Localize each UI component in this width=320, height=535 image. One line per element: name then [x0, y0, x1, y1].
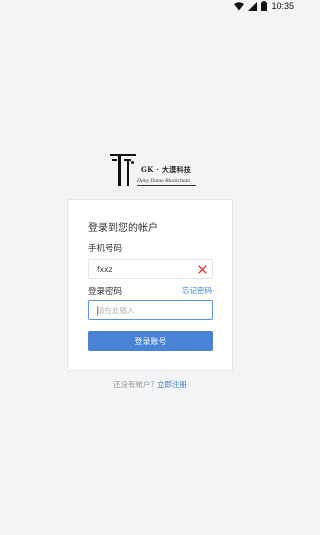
register-prompt: 还没有帐户?	[113, 380, 155, 389]
clear-icon[interactable]	[198, 265, 207, 274]
battery-icon	[261, 1, 268, 11]
logo-text-bottom: Dany Damo Blockchain	[137, 178, 190, 184]
logo-mark	[110, 154, 136, 188]
phone-label: 手机号码	[88, 244, 123, 254]
wifi-icon	[234, 1, 245, 10]
text-cursor	[97, 306, 98, 316]
password-field-box	[88, 300, 213, 320]
signal-icon	[248, 1, 258, 11]
login-button[interactable]: 登录账号	[88, 331, 213, 351]
logo-underline	[137, 185, 196, 186]
register-row: 还没有帐户? 立即注册	[0, 379, 300, 390]
password-label: 登录密码	[88, 287, 123, 297]
status-bar: 10:35	[0, 0, 300, 12]
login-title: 登录到您的帐户	[88, 223, 158, 234]
status-icons: 10:35	[234, 0, 294, 12]
password-input[interactable]	[89, 301, 199, 319]
forgot-password-link[interactable]: 忘记密码	[182, 285, 212, 296]
logo-text-top: GK · 大漠科技	[141, 165, 192, 174]
phone-input[interactable]	[89, 260, 199, 278]
company-logo: GK · 大漠科技 Dany Damo Blockchain	[110, 154, 196, 190]
status-time: 10:35	[271, 1, 294, 11]
login-card: 登录到您的帐户 手机号码 登录密码 忘记密码 登录账号	[67, 199, 233, 371]
register-link[interactable]: 立即注册	[157, 380, 187, 389]
phone-field-box	[88, 259, 213, 279]
